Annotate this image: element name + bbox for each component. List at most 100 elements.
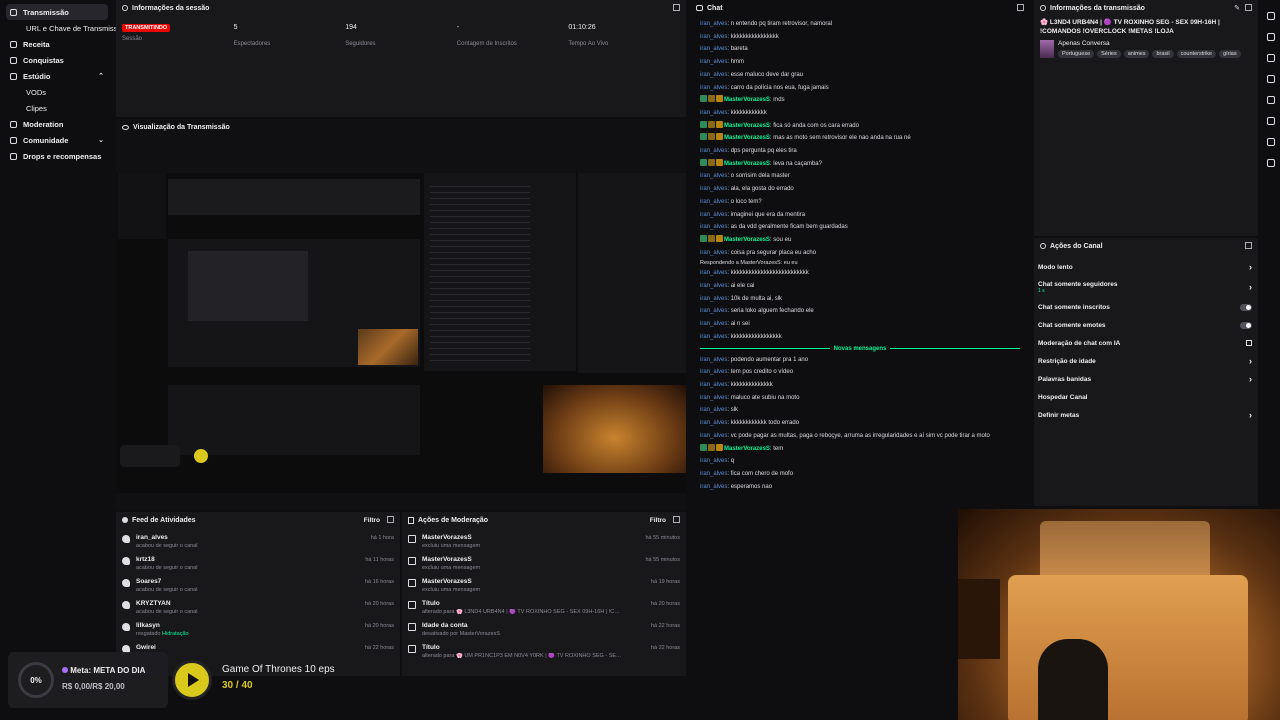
people-icon[interactable] [1267, 159, 1275, 167]
chat-message[interactable]: MasterVorazesS: leva na caçamba? [690, 158, 1030, 171]
chat-username[interactable]: iran_alves [700, 173, 727, 179]
chat-message[interactable]: iran_alves: imaginei que era da mentira [690, 209, 1030, 222]
chat-username[interactable]: MasterVorazesS [724, 97, 770, 103]
chat-message[interactable]: iran_alves: n entendo pq tiram retroviso… [690, 18, 1030, 31]
chat-username[interactable]: iran_alves [700, 382, 727, 388]
chat-username[interactable]: iran_alves [700, 270, 727, 276]
chat-bubble-icon[interactable] [1267, 75, 1275, 83]
chat-username[interactable]: iran_alves [700, 369, 727, 375]
popout-icon[interactable] [673, 4, 680, 11]
list-item[interactable]: lilkasyn resgatado Hidratação há 20 horas [116, 620, 400, 642]
popout-icon[interactable] [1017, 4, 1024, 11]
chat-message[interactable]: iran_alves: as da vdd geralmente ficam b… [690, 221, 1030, 234]
chat-message[interactable]: iran_alves: ai ele cai [690, 280, 1030, 293]
list-item[interactable]: MasterVorazesS excluiu uma mensagem há 19 … [402, 576, 686, 598]
chat-message[interactable]: iran_alves: vc pode pagar as multas, pag… [690, 430, 1030, 443]
action-chat-somente-emotes[interactable]: Chat somente emotes [1034, 316, 1258, 334]
tag-chip[interactable]: gírias [1219, 50, 1241, 58]
chat-username[interactable]: iran_alves [700, 34, 727, 40]
chat-message[interactable]: iran_alves: esperamos nao [690, 481, 1030, 494]
chat-username[interactable]: iran_alves [700, 296, 727, 302]
chat-username[interactable]: iran_alves [700, 484, 727, 490]
chat-username[interactable]: iran_alves [700, 212, 727, 218]
list-item[interactable]: MasterVorazesS excluiu uma mensagem há 55 … [402, 554, 686, 576]
chat-username[interactable]: iran_alves [700, 471, 727, 477]
chat-message[interactable]: iran_alves: kkkkkkkkkkkkkkkk [690, 31, 1030, 44]
chat-message[interactable]: iran_alves: ai n sei [690, 318, 1030, 331]
sidebar-item-comunidade[interactable]: Comunidade ⌄ [0, 132, 114, 148]
chat-username[interactable]: iran_alves [700, 199, 727, 205]
sidebar-item-receita[interactable]: Receita [0, 36, 114, 52]
list-item[interactable]: Soares7 acabou de seguir o canal há 16 hor… [116, 576, 400, 598]
chat-message[interactable]: iran_alves: kkkkkkkkkkkkkkkkkkkkkkkkkk [690, 267, 1030, 280]
chat-message[interactable]: iran_alves: seria loko alguem fechando e… [690, 305, 1030, 318]
category-name[interactable]: Apenas Conversa [1058, 40, 1252, 47]
feed-filter-button[interactable]: Filtro [364, 517, 380, 524]
action-chat-somente-seguidores[interactable]: Chat somente seguidores 1 s › [1034, 276, 1258, 298]
chat-username[interactable]: iran_alves [700, 420, 727, 426]
chat-username[interactable]: iran_alves [700, 85, 727, 91]
list-item[interactable]: iran_alves acabou de seguir o canal há 1 h… [116, 532, 400, 554]
action-restricao-de-idade[interactable]: Restrição de idade › [1034, 352, 1258, 370]
action-hospedar-canal[interactable]: Hospedar Canal [1034, 388, 1258, 406]
chat-username[interactable]: iran_alves [700, 110, 727, 116]
list-item[interactable]: krtz18 acabou de seguir o canal há 11 hora… [116, 554, 400, 576]
chat-message[interactable]: MasterVorazesS: tem [690, 443, 1030, 456]
chat-message[interactable]: MasterVorazesS: fica só anda com os cara… [690, 120, 1030, 133]
chat-message[interactable]: iran_alves: hmm [690, 56, 1030, 69]
chat-message[interactable]: iran_alves: bareta [690, 43, 1030, 56]
sidebar-item-moderation[interactable]: Moderation [0, 116, 114, 132]
popout-icon[interactable] [1245, 4, 1252, 11]
chat-username[interactable]: iran_alves [700, 458, 727, 464]
sidebar-item-estudio[interactable]: Estúdio ⌃ [0, 68, 114, 84]
trash-icon[interactable] [1267, 54, 1275, 62]
chat-message[interactable]: iran_alves: kkkkkkkkkkkkkk [690, 379, 1030, 392]
chat-username[interactable]: iran_alves [700, 72, 727, 78]
chat-username[interactable]: iran_alves [700, 334, 727, 340]
chat-message[interactable]: iran_alves: o loco tem? [690, 196, 1030, 209]
chat-username[interactable]: iran_alves [700, 224, 727, 230]
chat-message[interactable]: iran_alves: esse maluco deve dar grau [690, 69, 1030, 82]
chat-username[interactable]: iran_alves [700, 186, 727, 192]
chat-message[interactable]: iran_alves: q [690, 455, 1030, 468]
list-item[interactable]: KRYZTYAN acabou de seguir o canal há 20 ho… [116, 598, 400, 620]
list-item[interactable]: Título alterado para 🌸 L3ND4 URB4N4 | 🟣 T… [402, 598, 686, 620]
popout-icon[interactable] [1245, 242, 1252, 249]
chat-username[interactable]: MasterVorazesS [724, 237, 770, 243]
toggle-switch[interactable] [1240, 321, 1252, 329]
list-icon[interactable] [1267, 117, 1275, 125]
toggle-switch[interactable] [1240, 303, 1252, 311]
tag-chip[interactable]: Portuguese [1058, 50, 1095, 58]
chat-message[interactable]: iran_alves: podendo aumentar pra 1 ano [690, 354, 1030, 367]
chat-message[interactable]: iran_alves: carro da polícia nos eua, fu… [690, 82, 1030, 95]
tag-chip[interactable]: counterstrike [1176, 50, 1217, 58]
tag-chip[interactable]: animes [1123, 50, 1150, 58]
tag-chip[interactable]: brasil [1152, 50, 1174, 58]
chat-message[interactable]: MasterVorazesS: mas as moto sem retrovis… [690, 132, 1030, 145]
list-item[interactable]: Idade da conta desativado por MasterVoraz… [402, 620, 686, 642]
chat-message[interactable]: iran_alves: kkkkkkkkkkkk todo errado [690, 417, 1030, 430]
list-item[interactable]: Título alterado para 🌸 UM PR1NC1P3 EM N0V… [402, 642, 686, 664]
chat-username[interactable]: iran_alves [700, 357, 727, 363]
chat-username[interactable]: iran_alves [700, 59, 727, 65]
chat-username[interactable]: iran_alves [700, 46, 727, 52]
chat-username[interactable]: iran_alves [700, 433, 727, 439]
chat-message[interactable]: iran_alves: dps pergunta pq eles tira [690, 145, 1030, 158]
chat-username[interactable]: iran_alves [700, 407, 727, 413]
edit-icon[interactable]: ✎ [1234, 4, 1240, 12]
action-chat-somente-inscritos[interactable]: Chat somente inscritos [1034, 298, 1258, 316]
chat-username[interactable]: iran_alves [700, 283, 727, 289]
chat-username[interactable]: iran_alves [700, 308, 727, 314]
chat-message[interactable]: iran_alves: maluco ate subiu na moto [690, 392, 1030, 405]
chat-message[interactable]: MasterVorazesS: sou eu [690, 234, 1030, 247]
chat-message[interactable]: iran_alves: ala, ela gosta do errado [690, 183, 1030, 196]
chat-username[interactable]: iran_alves [700, 321, 727, 327]
popout-icon[interactable] [387, 516, 394, 523]
chat-message[interactable]: iran_alves: kkkkkkkkkkkkkkkkk [690, 331, 1030, 344]
chat-message[interactable]: iran_alves: slk [690, 404, 1030, 417]
mod-filter-button[interactable]: Filtro [650, 517, 666, 524]
chat-message[interactable]: iran_alves: 10k de multa ai, slk [690, 293, 1030, 306]
chat-message[interactable]: iran_alves: coisa pra segurar placa eu a… [690, 247, 1030, 260]
chat-message[interactable]: MasterVorazesS: mds [690, 94, 1030, 107]
chat-username[interactable]: MasterVorazesS [724, 161, 770, 167]
